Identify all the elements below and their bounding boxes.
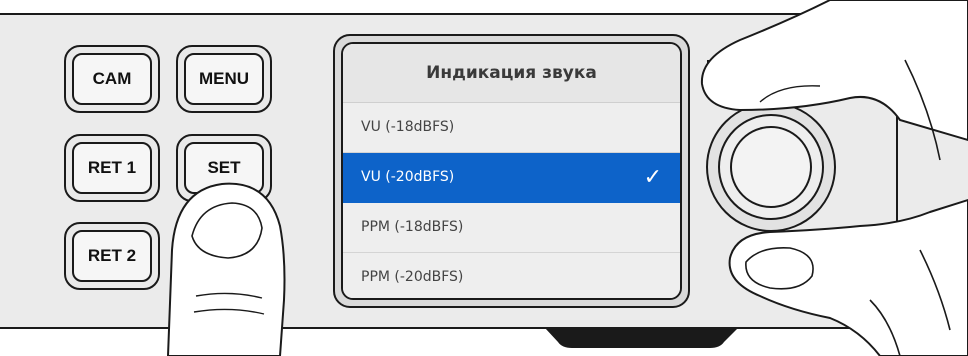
- pressing-finger-icon: [166, 182, 286, 356]
- hands-illustration: [166, 0, 968, 356]
- device-front-panel: CAM MENU RET 1 SET RET 2 Индикация звука…: [0, 0, 968, 356]
- turning-hand-icon: [700, 0, 968, 356]
